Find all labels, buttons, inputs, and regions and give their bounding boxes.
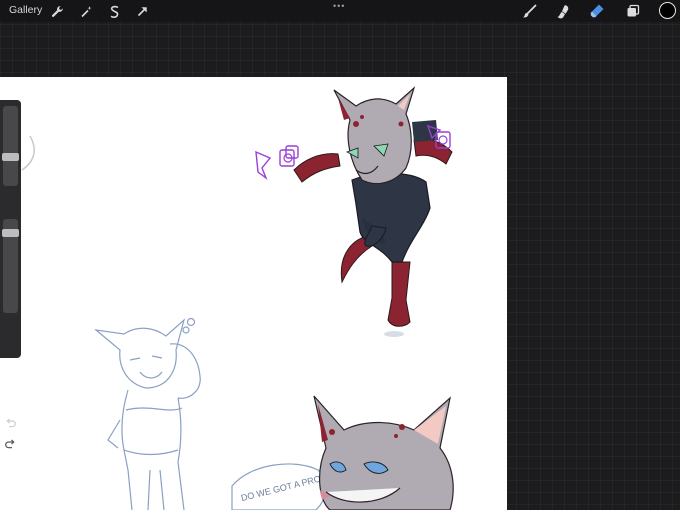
undo-icon[interactable] xyxy=(3,418,18,432)
layers-icon[interactable] xyxy=(625,3,641,19)
top-toolbar: Gallery ••• xyxy=(0,0,680,22)
gallery-button[interactable]: Gallery xyxy=(9,4,42,16)
redo-icon[interactable] xyxy=(3,439,18,453)
smudge-icon[interactable] xyxy=(555,3,571,19)
actions-menu-dots[interactable]: ••• xyxy=(333,1,345,11)
magic-wand-icon[interactable] xyxy=(78,3,94,19)
grinning-cat-drawing xyxy=(313,395,454,510)
wrench-icon[interactable] xyxy=(49,3,65,19)
brush-icon[interactable] xyxy=(521,3,537,19)
color-swatch[interactable] xyxy=(659,2,676,19)
left-sidebar xyxy=(0,100,21,449)
brush-size-slider[interactable] xyxy=(3,106,18,186)
eraser-icon[interactable] xyxy=(589,3,605,19)
brush-size-thumb[interactable] xyxy=(2,153,19,161)
artwork: DO WE GOT A PROBLEM? xyxy=(21,86,454,510)
leaping-cat-drawing xyxy=(255,86,453,337)
sketch-cat-drawing xyxy=(93,317,201,510)
drawing-canvas[interactable]: DO WE GOT A PROBLEM? xyxy=(0,77,507,510)
opacity-thumb[interactable] xyxy=(2,229,19,237)
transform-arrow-icon[interactable] xyxy=(134,3,150,19)
selection-icon[interactable] xyxy=(106,3,122,19)
